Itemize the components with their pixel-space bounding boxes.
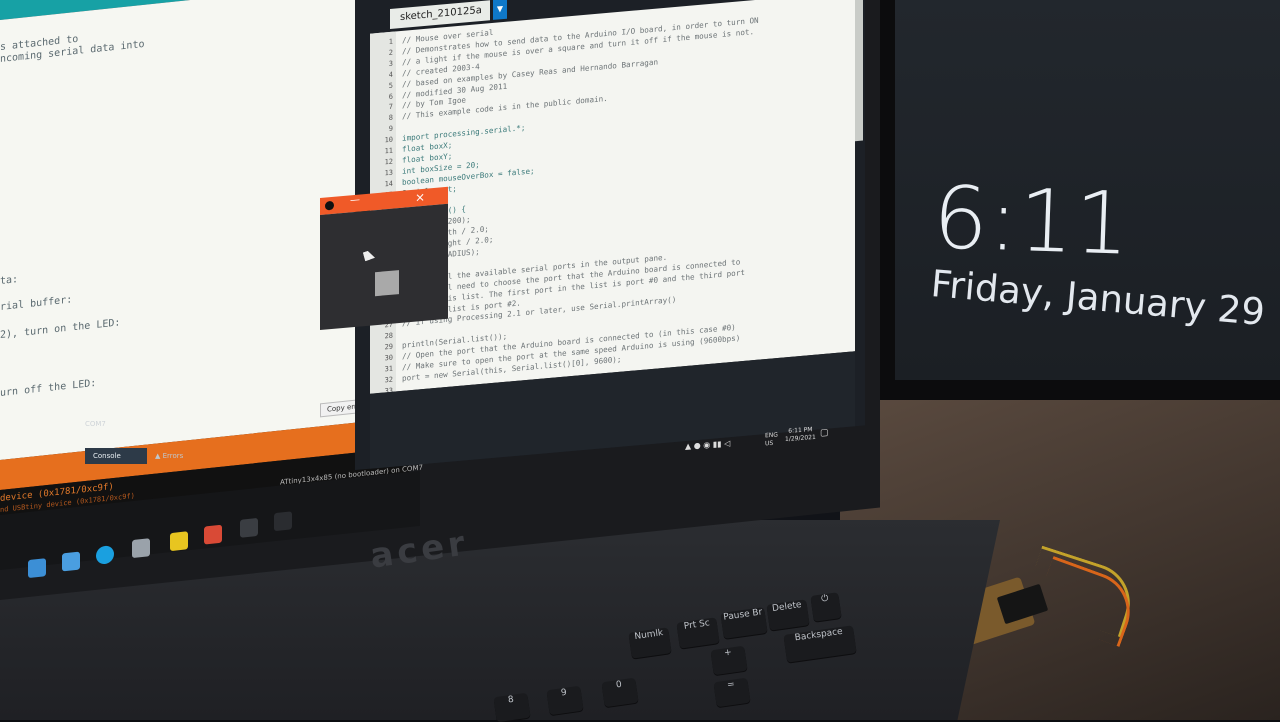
notification-icon[interactable]: ▢ (820, 428, 829, 439)
tray-clock[interactable]: 6:11 PM 1/29/2021 (785, 426, 816, 444)
sketch-canvas[interactable] (320, 203, 448, 330)
sticky-notes-icon[interactable] (170, 531, 188, 552)
lock-screen-time: 6:11 (931, 168, 1133, 275)
mouse-cursor-icon (363, 249, 375, 262)
key-8[interactable]: 8 (493, 692, 531, 722)
key-prtsc[interactable]: Prt Sc (676, 617, 720, 649)
processing-taskbar-icon[interactable] (240, 517, 258, 538)
tab-errors[interactable]: ▲ Errors (155, 448, 183, 464)
tray-icons[interactable]: ▲ ● ◉ ▮▮ ◁ (685, 439, 730, 451)
power-icon[interactable]: ⏻ (810, 592, 842, 622)
close-icon[interactable]: × (415, 190, 425, 205)
sketch-taskbar-icon[interactable] (274, 511, 292, 532)
processing-logo-icon (325, 200, 334, 211)
chat-icon[interactable] (132, 538, 150, 559)
key-plus[interactable]: + (710, 645, 748, 676)
tab-errors-label: Errors (162, 452, 184, 460)
code-line: ta: (0, 274, 19, 287)
arduino-taskbar-icon[interactable] (204, 524, 222, 545)
network-icon[interactable] (28, 558, 46, 579)
mail-icon[interactable] (62, 551, 80, 572)
key-delete[interactable]: Delete (766, 599, 810, 631)
warning-icon: ▲ (155, 452, 163, 460)
serial-port-label: COM7 (85, 420, 106, 428)
code-line: rial buffer: (0, 294, 73, 313)
code-line: urn off the LED: (0, 377, 97, 399)
minimize-icon[interactable]: — (350, 195, 360, 207)
region-code: US (765, 439, 774, 448)
tray-date: 1/29/2021 (785, 433, 816, 444)
key-numlk[interactable]: Numlk (628, 627, 672, 659)
sketch-output-window[interactable]: — × (320, 186, 448, 330)
key-0[interactable]: 0 (601, 677, 639, 708)
sketch-square (375, 270, 399, 297)
code-line: import processing.serial.*; (402, 123, 526, 143)
tab-console[interactable]: Console (85, 448, 147, 464)
key-9[interactable]: 9 (546, 685, 584, 716)
code-line: 2), turn on the LED: (0, 317, 121, 341)
lock-screen: 6:11 Friday, January 29 (895, 0, 1280, 380)
tab-menu-arrow-icon[interactable]: ▼ (493, 0, 507, 20)
language-indicator[interactable]: ENG US (765, 432, 778, 449)
key-equals[interactable]: = (713, 677, 751, 708)
editor-scrollbar[interactable] (855, 0, 863, 142)
